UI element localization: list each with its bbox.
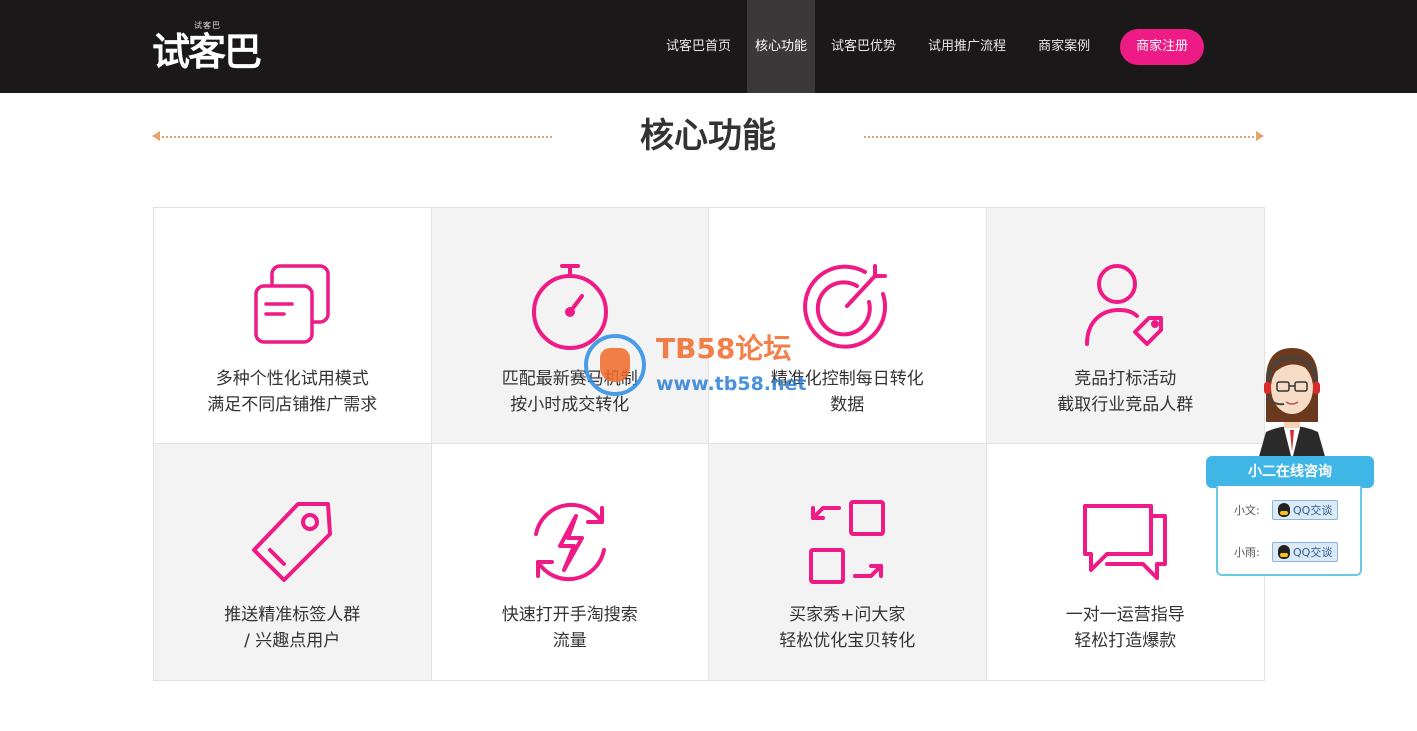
feature-card: 精准化控制每日转化 数据 [709,208,987,444]
chat-bubbles-icon [1083,504,1168,580]
feature-caption: 一对一运营指导 轻松打造爆款 [1065,605,1185,651]
nav-advantages[interactable]: 试客巴优势 [815,0,912,93]
qq-chat-button[interactable]: QQ交谈 [1272,542,1339,562]
qq-penguin-icon [1278,545,1290,559]
watermark-hand-icon [600,348,630,382]
top-header: 试客巴 试客巴 试客巴首页 核心功能 试客巴优势 试用推广流程 商家案例 商家注… [0,0,1417,93]
nav-process[interactable]: 试用推广流程 [912,0,1022,93]
watermark-title: TB58论坛 [656,332,792,365]
qq-chat-button[interactable]: QQ交谈 [1272,500,1339,520]
feature-caption: 推送精准标签人群 / 兴趣点用户 [224,605,361,651]
feature-card: 多种个性化试用模式 满足不同店铺推广需求 [154,208,432,444]
nav-cases[interactable]: 商家案例 [1022,0,1106,93]
site-logo[interactable]: 试客巴 试客巴 [152,20,270,74]
documents-icon [254,264,330,344]
support-contact-row: 小雨: QQ交谈 [1234,542,1339,562]
feature-card: 快速打开手淘搜索 流量 [432,444,709,680]
online-support-widget: 小二在线咨询 小文: QQ交谈 小雨: QQ交谈 [1206,340,1374,580]
qq-penguin-icon [1278,503,1290,517]
feature-caption: 多种个性化试用模式 满足不同店铺推广需求 [207,369,378,415]
agent-name: 小雨: [1234,546,1260,559]
feature-caption: 快速打开手淘搜索 流量 [501,605,638,651]
exchange-squares-icon [809,500,886,584]
feature-card: 买家秀+问大家 轻松优化宝贝转化 [709,444,987,680]
main-nav: 试客巴首页 核心功能 试客巴优势 试用推广流程 商家案例 商家注册 [650,0,1205,93]
support-contacts: 小文: QQ交谈 小雨: QQ交谈 [1216,486,1362,576]
right-arrow-icon [1256,131,1264,141]
support-agent-avatar [1258,348,1326,460]
feature-card: 匹配最新赛马机制 按小时成交转化 [431,208,709,444]
feature-caption: 买家秀+问大家 轻松优化宝贝转化 [779,605,916,651]
feature-card: 推送精准标签人群 / 兴趣点用户 [154,444,432,680]
watermark-url: www.tb58.net [656,373,807,395]
logo-text: 试客巴 [152,30,262,74]
nav-home[interactable]: 试客巴首页 [650,0,747,93]
agent-name: 小文: [1234,504,1260,517]
lightning-refresh-icon [533,502,606,582]
support-contact-row: 小文: QQ交谈 [1234,500,1339,520]
user-tag-icon [1085,264,1164,346]
forum-watermark: TB58论坛 www.tb58.net [584,332,824,402]
register-button[interactable]: 商家注册 [1120,28,1205,65]
support-title: 小二在线咨询 [1206,456,1374,488]
price-tag-icon [252,502,333,582]
right-divider [864,136,1258,138]
feature-grid: 多种个性化试用模式 满足不同店铺推广需求 匹配最新赛马机制 按小时成交转化 精准… [153,207,1265,681]
section-title-row: 核心功能 [152,110,1264,162]
nav-core-features[interactable]: 核心功能 [747,0,816,93]
